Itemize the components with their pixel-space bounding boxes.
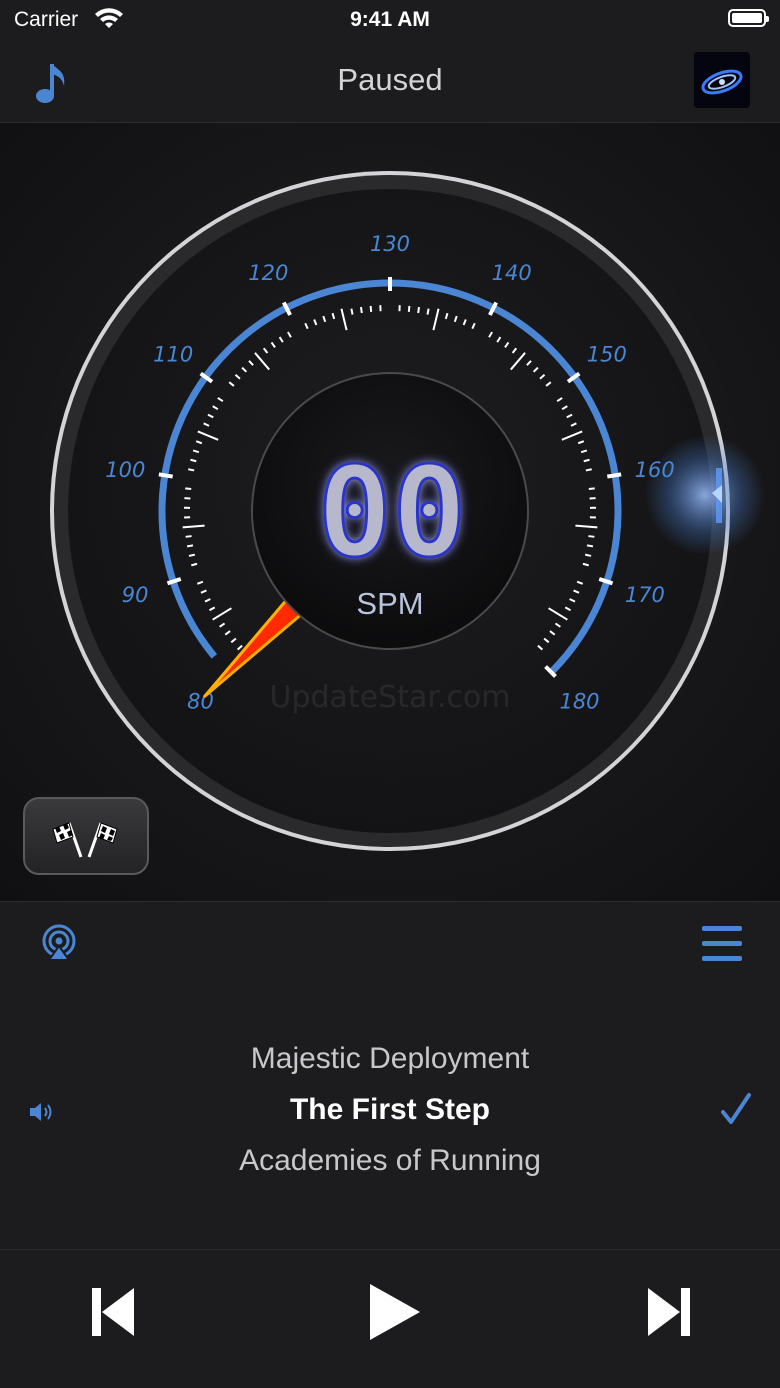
tick-label: 130 — [370, 232, 410, 256]
speedometer-gauge: 8090100110120130140150160170180 UpdateSt… — [0, 123, 780, 901]
playback-controls — [0, 1249, 780, 1388]
minor-tick — [361, 307, 362, 313]
minor-tick — [589, 488, 595, 489]
tick-label: 140 — [492, 261, 532, 285]
battery-icon — [728, 9, 766, 27]
minor-tick — [588, 536, 594, 537]
major-tick — [159, 474, 173, 476]
minor-tick — [351, 309, 352, 315]
checkmark-icon[interactable] — [720, 1092, 752, 1128]
skip-forward-icon — [642, 1284, 694, 1340]
tick-label: 180 — [559, 690, 599, 714]
race-mode-button[interactable] — [23, 797, 149, 875]
status-time: 9:41 AM — [0, 8, 780, 32]
major-tick — [607, 474, 621, 476]
list-icon — [700, 922, 744, 966]
airplay-icon — [38, 922, 80, 964]
minor-tick — [586, 469, 592, 470]
gauge-svg: 8090100110120130140150160170180 UpdateSt… — [0, 123, 780, 901]
minor-tick — [185, 488, 191, 489]
previous-button[interactable] — [88, 1284, 140, 1340]
minor-tick — [188, 469, 194, 470]
tick-label: 100 — [105, 458, 145, 482]
next-track-title[interactable]: Academies of Running — [0, 1144, 780, 1178]
minor-tick — [418, 307, 419, 313]
gauge-glow — [645, 435, 765, 555]
minor-tick — [427, 309, 428, 315]
album-art-button[interactable] — [694, 52, 750, 108]
page-title: Paused — [0, 62, 780, 98]
toolbar — [0, 901, 780, 985]
minor-tick — [585, 555, 591, 556]
next-button[interactable] — [642, 1284, 694, 1340]
music-note-icon — [30, 58, 74, 106]
play-icon — [364, 1282, 424, 1342]
current-track-title[interactable]: The First Step — [0, 1093, 780, 1127]
tick-label: 170 — [625, 583, 665, 607]
tick-label: 110 — [153, 342, 193, 366]
tick-label: 120 — [248, 261, 288, 285]
cadence-readout: 00 — [317, 441, 466, 585]
watermark: UpdateStar.com — [269, 680, 510, 715]
music-library-button[interactable] — [30, 58, 74, 106]
minor-tick — [371, 306, 372, 312]
tick-label: 160 — [635, 458, 675, 482]
minor-tick — [187, 545, 193, 546]
airplay-button[interactable] — [38, 922, 80, 964]
album-art-icon — [694, 52, 750, 108]
minor-tick — [186, 536, 192, 537]
minor-tick — [409, 306, 410, 312]
minor-tick — [587, 545, 593, 546]
nav-bar: Paused — [0, 44, 780, 123]
tick-label: 90 — [122, 583, 149, 607]
previous-track-title[interactable]: Majestic Deployment — [0, 1042, 780, 1076]
status-bar: Carrier 9:41 AM — [0, 0, 780, 44]
cadence-unit: SPM — [356, 586, 423, 621]
track-picker[interactable]: Majestic Deployment The First Step Acade… — [0, 984, 780, 1249]
play-button[interactable] — [364, 1282, 424, 1342]
playlist-menu-button[interactable] — [700, 922, 744, 966]
skip-back-icon — [88, 1284, 140, 1340]
checkered-flags-icon — [25, 799, 147, 873]
tick-label: 150 — [587, 342, 627, 366]
minor-tick — [189, 555, 195, 556]
